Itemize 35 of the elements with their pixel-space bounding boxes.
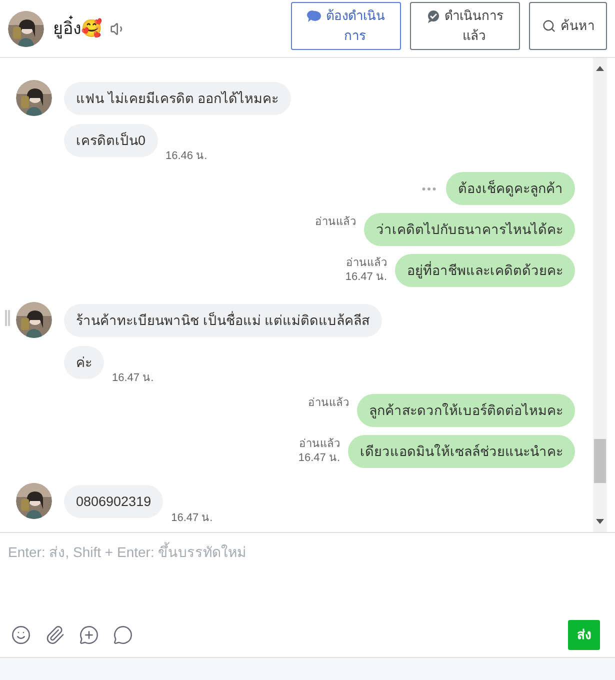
- message-time: 16.47 น.: [345, 270, 387, 284]
- message-bubble: แฟน ไม่เคยมีเครดิต ออกได้ไหมคะ: [64, 82, 291, 114]
- read-status: อ่านแล้ว: [299, 437, 340, 451]
- chat-check-icon: [426, 10, 440, 22]
- message-bubble: ว่าเคดิตไปกับธนาคารไหนได้คะ: [364, 213, 575, 246]
- message-bubble: เดียวแอดมินให้เซลล์ช่วยแนะนำคะ: [348, 435, 575, 468]
- scrollbar-thumb[interactable]: [594, 439, 606, 483]
- message-bubble: ต้องเช็คดูคะลูกค้า: [446, 172, 575, 205]
- chat-bubbles-icon: [307, 10, 321, 22]
- emoji-icon[interactable]: [11, 625, 31, 645]
- contact-name: ยูอิ๋ง🥰: [53, 16, 102, 42]
- attachment-icon[interactable]: [45, 625, 65, 645]
- scrollbar[interactable]: [593, 58, 607, 532]
- filter-button[interactable]: ต้องดำเนิน การ: [291, 2, 401, 50]
- message-bubble: เครดิตเป็น0: [64, 124, 158, 157]
- add-chat-icon[interactable]: [79, 625, 99, 645]
- message-bubble: 0806902319: [64, 484, 164, 518]
- filter-button[interactable]: ค้นหา: [529, 2, 607, 50]
- message-time: 16.47 น.: [171, 511, 213, 525]
- drag-handle-icon[interactable]: [5, 310, 10, 326]
- message-bubble: ร้านค้าทะเบียนพานิช เป็นชื่อแม่ แต่แม่ติดแบล้คลีส: [64, 304, 382, 336]
- scroll-down-arrow-icon[interactable]: [596, 519, 604, 524]
- read-status: อ่านแล้ว: [308, 396, 349, 410]
- search-icon: [542, 19, 556, 33]
- filter-button[interactable]: ดำเนินการ แล้ว: [410, 2, 520, 50]
- message-time: 16.47 น.: [298, 451, 340, 465]
- message-time: 16.47 น.: [112, 371, 154, 385]
- message-bubble: อยู่ที่อาชีพและเคดิตด้วยคะ: [395, 254, 575, 287]
- message-input[interactable]: Enter: ส่ง, Shift + Enter: ขึ้นบรรทัดใหม่: [0, 533, 615, 620]
- read-status: อ่านแล้ว: [346, 256, 387, 270]
- message-time: 16.46 น.: [166, 149, 208, 163]
- read-status: อ่านแล้ว: [315, 215, 356, 229]
- scroll-up-arrow-icon[interactable]: [596, 66, 604, 71]
- message-bubble: ลูกค้าสะดวกให้เบอร์ติดต่อไหมคะ: [357, 394, 575, 427]
- message-bubble: ค่ะ: [64, 346, 104, 379]
